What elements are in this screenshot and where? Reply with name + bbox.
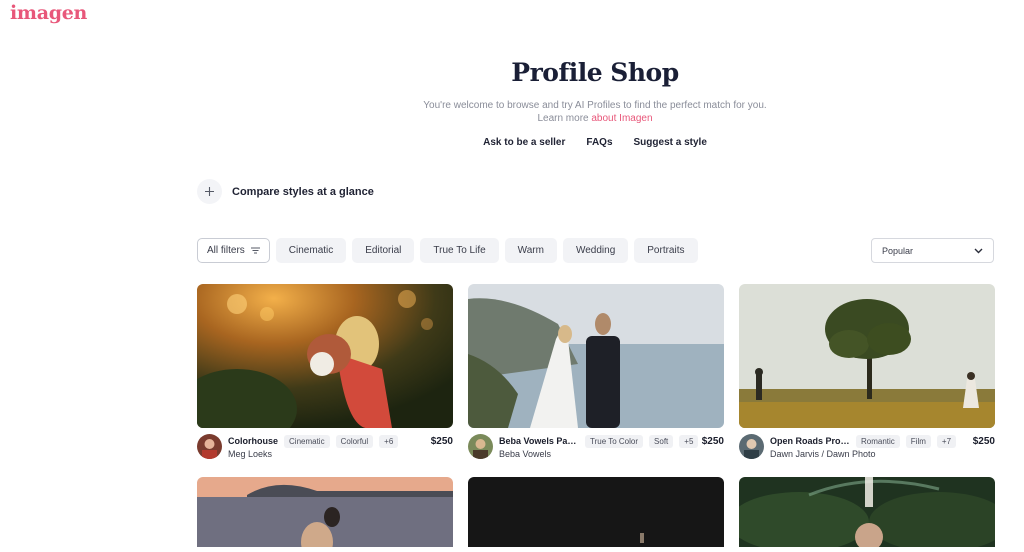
style-tag: True To Color (585, 434, 644, 448)
style-tag: Colorful (335, 434, 374, 448)
profile-title[interactable]: Beba Vowels Pac... (499, 436, 579, 446)
profile-meta: Beba Vowels Pac... True To Color Soft +5… (468, 434, 724, 464)
hero-section: Profile Shop You're welcome to browse an… (0, 58, 1024, 148)
ask-seller-link[interactable]: Ask to be a seller (483, 137, 565, 148)
more-tags-badge: +6 (379, 434, 399, 448)
filter-chip-portraits[interactable]: Portraits (634, 238, 698, 263)
sort-value: Popular (882, 245, 914, 256)
compare-label: Compare styles at a glance (232, 185, 374, 198)
style-tag: Soft (649, 434, 674, 448)
all-filters-button[interactable]: All filters (197, 238, 270, 263)
plus-icon (197, 179, 222, 204)
avatar[interactable] (739, 434, 764, 459)
filter-chip-editorial[interactable]: Editorial (352, 238, 415, 263)
style-tag: Cinematic (284, 434, 330, 448)
profile-author: Meg Loeks (228, 449, 273, 459)
more-tags-badge: +5 (679, 434, 699, 448)
profile-price: $250 (701, 435, 724, 447)
profile-price: $250 (972, 435, 995, 447)
compare-styles-toggle[interactable]: Compare styles at a glance (197, 179, 374, 204)
more-tags-badge: +7 (936, 434, 957, 448)
profile-author: Beba Vowels (499, 449, 552, 459)
filter-lines-icon (250, 247, 260, 254)
profile-meta: Open Roads Profile Romantic Film +7 $250… (739, 434, 995, 464)
profile-author: Dawn Jarvis / Dawn Photo (770, 449, 876, 459)
profile-card[interactable]: Beba Vowels Pac... True To Color Soft +5… (468, 284, 724, 464)
avatar[interactable] (468, 434, 493, 459)
profile-thumbnail[interactable] (739, 477, 995, 547)
sort-select[interactable]: Popular (871, 238, 994, 263)
page-title: Profile Shop (511, 58, 679, 87)
profile-thumbnail[interactable] (197, 284, 453, 428)
filter-bar: All filters Cinematic Editorial True To … (197, 238, 698, 263)
faqs-link[interactable]: FAQs (586, 137, 612, 148)
profile-meta: Colorhouse Cinematic Colorful +6 $250 Me… (197, 434, 453, 464)
learn-more-text: Learn more (537, 113, 592, 124)
filter-chip-warm[interactable]: Warm (504, 238, 557, 263)
all-filters-label: All filters (207, 245, 245, 256)
style-tag: Romantic (856, 434, 900, 448)
hero-links: Ask to be a seller FAQs Suggest a style (0, 137, 1024, 148)
profile-card[interactable] (468, 477, 724, 547)
profile-thumbnail[interactable] (739, 284, 995, 428)
suggest-style-link[interactable]: Suggest a style (634, 137, 707, 148)
profile-price: $250 (430, 435, 453, 447)
profile-card[interactable] (739, 477, 995, 547)
filter-chip-true-to-life[interactable]: True To Life (420, 238, 499, 263)
subtitle-text: You're welcome to browse and try AI Prof… (423, 100, 767, 111)
profile-card[interactable]: Colorhouse Cinematic Colorful +6 $250 Me… (197, 284, 453, 464)
profile-card[interactable] (197, 477, 453, 547)
profile-card[interactable]: Open Roads Profile Romantic Film +7 $250… (739, 284, 995, 464)
profile-title[interactable]: Open Roads Profile (770, 436, 850, 446)
imagen-logo[interactable]: imagen (10, 2, 87, 24)
chevron-down-icon (974, 248, 983, 253)
profile-title[interactable]: Colorhouse (228, 436, 278, 446)
about-imagen-link[interactable]: about Imagen (591, 113, 652, 124)
avatar[interactable] (197, 434, 222, 459)
profile-grid: Colorhouse Cinematic Colorful +6 $250 Me… (197, 284, 995, 547)
profile-thumbnail[interactable] (197, 477, 453, 547)
hero-subtitle: You're welcome to browse and try AI Prof… (0, 99, 1024, 125)
profile-thumbnail[interactable] (468, 284, 724, 428)
profile-thumbnail[interactable] (468, 477, 724, 547)
style-tag: Film (905, 434, 931, 448)
filter-chip-wedding[interactable]: Wedding (562, 238, 629, 263)
filter-chip-cinematic[interactable]: Cinematic (275, 238, 347, 263)
